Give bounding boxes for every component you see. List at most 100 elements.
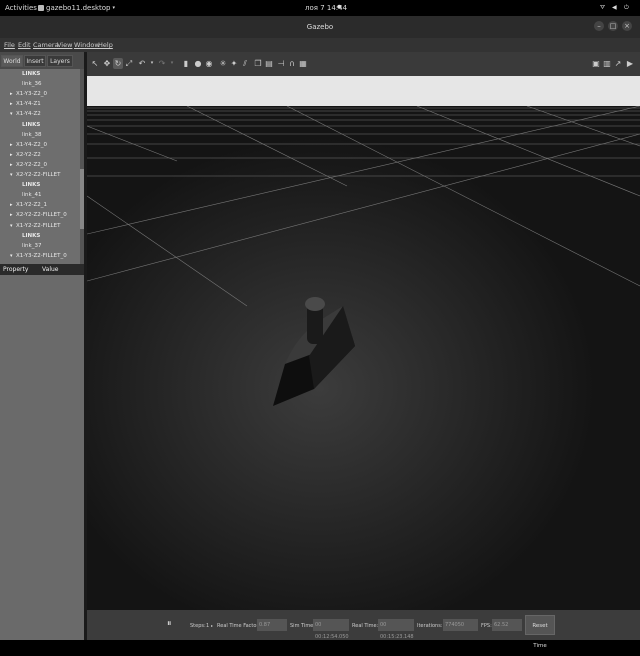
property-header: Property Value	[0, 264, 84, 275]
align-icon[interactable]: ⊣	[276, 58, 286, 69]
tab-layers[interactable]: Layers	[47, 55, 73, 67]
undo-history-icon[interactable]: ▾	[147, 58, 157, 69]
redo-history-icon[interactable]: ▾	[167, 58, 177, 69]
collapse-arrow-icon[interactable]: ▸	[10, 152, 13, 158]
menu-camera[interactable]: Camera	[33, 41, 59, 49]
tree-item[interactable]: link_36	[22, 81, 41, 87]
close-icon[interactable]: ×	[622, 21, 632, 31]
box-shape-icon[interactable]: ▮	[181, 58, 191, 69]
fps-label: FPS:	[481, 623, 492, 629]
model-tree: LINKS link_36 ▸ X1-Y3-Z2_0 ▸ X1-Y4-Z1 ▾ X1-Y4-Z…	[0, 69, 80, 267]
notification-dot-icon: ●	[337, 4, 342, 10]
tree-item[interactable]: X2-Y2-Z2-FILLET	[16, 172, 60, 178]
tree-item[interactable]: X1-Y3-Z2-FILLET_0	[16, 253, 67, 259]
expand-arrow-icon[interactable]: ▾	[10, 253, 13, 259]
step-arrow-icon[interactable]: ▸	[211, 623, 213, 628]
tree-item[interactable]: X1-Y4-Z2	[16, 111, 41, 117]
tree-item[interactable]: X2-Y2-Z2_0	[16, 162, 47, 168]
window-title: Gazebo	[306, 23, 334, 31]
tree-item[interactable]: X1-Y3-Z2_0	[16, 91, 47, 97]
real-time-value: 00 00:15:23.148	[378, 619, 414, 640]
paste-icon[interactable]: ▤	[264, 58, 274, 69]
activities-button[interactable]: Activities	[5, 4, 37, 12]
tree-section-header[interactable]: LINKS	[22, 233, 40, 239]
steps-value[interactable]: 1	[206, 623, 209, 629]
snap-icon[interactable]: ∩	[287, 58, 297, 69]
sphere-shape-icon[interactable]: ●	[193, 58, 203, 69]
tree-item[interactable]: X1-Y4-Z1	[16, 101, 41, 107]
collapse-arrow-icon[interactable]: ▸	[10, 101, 13, 107]
property-column-header: Property	[3, 266, 29, 273]
tree-item[interactable]: X1-Y2-Z2_1	[16, 202, 47, 208]
menu-window[interactable]: Window	[74, 41, 100, 49]
property-panel	[0, 275, 84, 640]
expand-arrow-icon[interactable]: ▾	[10, 172, 13, 178]
expand-arrow-icon[interactable]: ▾	[10, 111, 13, 117]
pause-icon[interactable]: ⏸	[167, 619, 172, 629]
tree-item[interactable]: link_41	[22, 192, 41, 198]
left-panel: World Insert Layers LINKS link_36 ▸ X1-Y3-Z…	[0, 52, 84, 640]
panel-tabs: World Insert Layers	[0, 55, 84, 67]
chevron-down-icon: ▾	[112, 5, 116, 11]
tree-item[interactable]: X1-Y4-Z2_0	[16, 142, 47, 148]
volume-icon[interactable]: ◀	[612, 4, 617, 11]
collapse-arrow-icon[interactable]: ▸	[10, 142, 13, 148]
collapse-arrow-icon[interactable]: ▸	[10, 162, 13, 168]
rotate-mode-icon[interactable]: ↻	[113, 58, 123, 69]
reset-time-button[interactable]: Reset Time	[525, 615, 555, 649]
menu-edit[interactable]: Edit	[18, 41, 31, 49]
tree-section-header[interactable]: LINKS	[22, 71, 40, 77]
tree-item[interactable]: link_37	[22, 243, 41, 249]
tree-item[interactable]: X2-Y2-Z2-FILLET_0	[16, 212, 67, 218]
window-title-bar: Gazebo – □ ×	[0, 16, 640, 38]
expand-arrow-icon[interactable]: ▾	[10, 223, 13, 229]
point-light-icon[interactable]: ✳	[218, 58, 228, 69]
plot-icon[interactable]: ↗	[613, 58, 623, 69]
collapse-arrow-icon[interactable]: ▸	[10, 202, 13, 208]
power-icon[interactable]: ⏻	[624, 4, 629, 12]
value-column-header: Value	[42, 266, 59, 273]
screenshot-icon[interactable]: ▣	[591, 58, 601, 69]
tree-item[interactable]: link_38	[22, 132, 41, 138]
tab-world[interactable]: World	[1, 55, 23, 67]
select-mode-icon[interactable]: ↖	[90, 58, 100, 69]
spot-light-icon[interactable]: ✦	[229, 58, 239, 69]
tree-section-header[interactable]: LINKS	[22, 122, 40, 128]
3d-viewport[interactable]	[87, 106, 640, 610]
change-view-icon[interactable]: ▦	[298, 58, 308, 69]
app-menu[interactable]: gazebo11.desktop ▾	[38, 4, 115, 12]
minimize-icon[interactable]: –	[594, 21, 604, 31]
tab-insert[interactable]: Insert	[24, 55, 46, 67]
collapse-arrow-icon[interactable]: ▸	[10, 212, 13, 218]
tree-item[interactable]: X1-Y2-Z2-FILLET	[16, 223, 60, 229]
fps-value: 62.52	[492, 619, 522, 631]
iterations-value: 774050	[443, 619, 478, 631]
real-time-label: Real Time:	[352, 623, 379, 629]
record-video-icon[interactable]: ▶	[625, 58, 635, 69]
network-icon[interactable]: ⛛	[600, 4, 605, 12]
menu-view[interactable]: View	[57, 41, 72, 49]
iterations-label: Iterations:	[417, 623, 443, 629]
sim-time-value: 00 00:12:54.050	[313, 619, 349, 640]
collapse-arrow-icon[interactable]: ▸	[10, 91, 13, 97]
steps-label: Steps:	[190, 623, 206, 629]
tree-item[interactable]: X2-Y2-Z2	[16, 152, 41, 158]
copy-icon[interactable]: ❐	[253, 58, 263, 69]
real-time-factor-value: 0.87	[257, 619, 287, 631]
real-time-factor-label: Real Time Factor:	[217, 623, 261, 629]
translate-mode-icon[interactable]: ✥	[102, 58, 112, 69]
menu-file[interactable]: File	[4, 41, 15, 49]
cylinder-shape-icon[interactable]: ◉	[204, 58, 214, 69]
directional-light-icon[interactable]: ⫽	[240, 58, 250, 69]
app-name: gazebo11.desktop	[46, 4, 111, 12]
tree-section-header[interactable]: LINKS	[22, 182, 40, 188]
scale-mode-icon[interactable]: ⤢	[124, 58, 134, 69]
undo-icon[interactable]: ↶	[137, 58, 147, 69]
log-icon[interactable]: ▥	[602, 58, 612, 69]
ground-plane	[87, 106, 640, 610]
sim-time-label: Sim Time:	[290, 623, 315, 629]
maximize-icon[interactable]: □	[608, 21, 618, 31]
redo-icon[interactable]: ↷	[157, 58, 167, 69]
bottom-status-bar: ⏸ Steps: 1 ▸ Real Time Factor: 0.87 Sim …	[87, 610, 640, 649]
menu-help[interactable]: Help	[98, 41, 113, 49]
